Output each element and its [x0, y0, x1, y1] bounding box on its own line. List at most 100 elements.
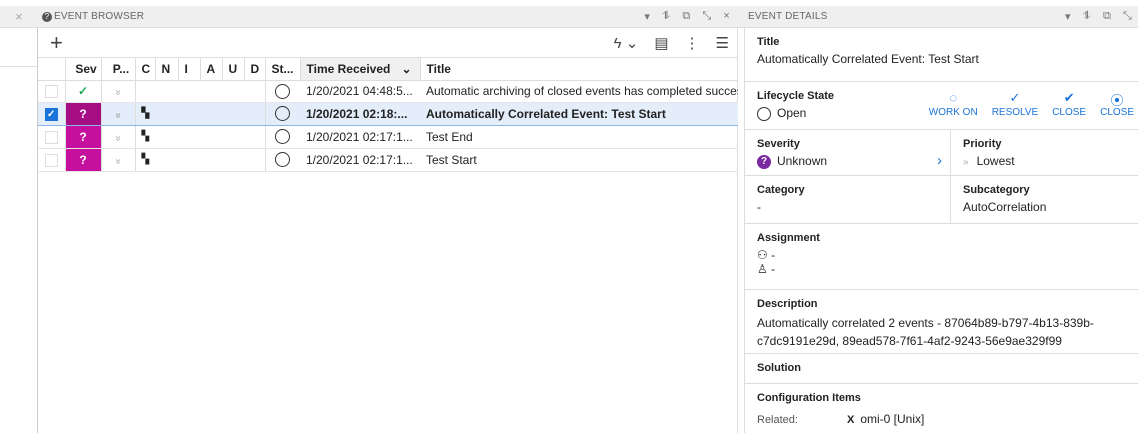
ci-type-icon: X — [847, 414, 855, 426]
action-icon: ✔ — [1063, 90, 1075, 105]
event-browser: + ϟ ⌄ ▤ ⋮ ☰ Sev P... C N I A U D St... Time Recei… — [38, 28, 738, 433]
open-state-icon — [275, 129, 291, 145]
lowest-priority-icon: » — [963, 157, 969, 168]
lowest-priority-icon: » — [112, 135, 124, 141]
category-label: Category — [757, 184, 805, 196]
group-value: - — [771, 248, 776, 262]
table-row[interactable]: ? » ▚ 1/20/2021 02:17:1... Test Start — [38, 148, 738, 172]
action-resolve-button[interactable]: ✓ RESOLVE — [992, 90, 1039, 118]
table-row[interactable]: ✓ ? » ▚ 1/20/2021 02:18:... Automaticall… — [38, 101, 738, 126]
restore-icon[interactable]: ⧉ — [1103, 10, 1111, 23]
column-header[interactable]: N — [155, 58, 179, 81]
column-header[interactable]: I — [178, 58, 201, 81]
dropdown-icon[interactable]: ▾ — [1065, 10, 1071, 23]
event-title: Automatic archiving of closed events has… — [420, 80, 738, 103]
event-table: Sev P... C N I A U D St... Time Received ⌄ Title ✓… — [38, 58, 738, 172]
severity-field[interactable]: Severity ? Unknown › — [745, 130, 951, 175]
action-label: WORK ON — [928, 107, 978, 118]
event-details-header: EVENT DETAILS ▾ ⥮ ⧉ ⤡ — [744, 6, 1138, 28]
action-close-button[interactable]: ⦿ CLOSE — [1100, 90, 1134, 118]
close-icon[interactable]: × — [723, 10, 730, 23]
assignment-label: Assignment — [757, 232, 820, 244]
lowest-priority-icon: » — [112, 158, 124, 164]
action-icon: ⦿ — [1110, 93, 1124, 108]
ci-label: Configuration Items — [757, 392, 861, 404]
row-checkbox[interactable] — [44, 153, 58, 167]
chevron-right-icon[interactable]: › — [937, 152, 942, 169]
open-state-icon — [757, 106, 771, 121]
more-icon[interactable]: ⋮ — [685, 34, 700, 52]
lightning-icon[interactable]: ϟ ⌄ — [614, 34, 639, 52]
title-value: Automatically Correlated Event: Test Sta… — [757, 52, 979, 66]
open-state-icon — [275, 152, 291, 168]
open-state-icon — [275, 83, 291, 99]
category-value: - — [757, 200, 761, 214]
user-icon: ♙ — [757, 262, 772, 276]
related-label: Related: — [757, 414, 798, 426]
left-panel-close-button[interactable]: × — [0, 9, 38, 24]
dropdown-icon[interactable]: ▾ — [644, 10, 650, 23]
time-received: 1/20/2021 02:17:1... — [300, 125, 420, 149]
minimize-icon[interactable]: ⤡ — [702, 10, 711, 23]
action-close-button[interactable]: ✔ CLOSE — [1052, 90, 1086, 118]
action-work-on-button[interactable]: ◌ WORK ON — [929, 90, 978, 118]
time-received: 1/20/2021 02:18:... — [300, 101, 420, 126]
column-header[interactable]: Title — [420, 58, 738, 81]
add-button[interactable]: + — [50, 30, 63, 56]
group-icon: ⚇ — [757, 248, 772, 262]
severity-label: Severity — [757, 138, 800, 150]
event-details-title: EVENT DETAILS — [748, 11, 828, 22]
title-label: Title — [757, 36, 780, 48]
ci-relation-icon — [135, 80, 155, 103]
report-icon[interactable]: ▤ — [654, 34, 668, 52]
column-header[interactable]: Sev — [65, 58, 102, 81]
column-header[interactable]: A — [200, 58, 223, 81]
sort-icon[interactable]: ⌄ — [401, 62, 411, 76]
restore-icon[interactable]: ⧉ — [682, 10, 690, 23]
event-title: Test End — [420, 125, 738, 149]
event-browser-title: EVENT BROWSER — [54, 11, 145, 22]
ci-relation-icon: ▚ — [135, 148, 155, 172]
column-header[interactable]: P... — [101, 58, 136, 81]
pin-icon[interactable]: ⥮ — [1083, 10, 1091, 23]
lowest-priority-icon: » — [112, 89, 124, 96]
event-browser-header: × ? EVENT BROWSER ▾ ⥮ ⧉ ⤡ × — [0, 6, 744, 28]
row-checkbox[interactable] — [44, 85, 58, 99]
event-browser-toolbar: + ϟ ⌄ ▤ ⋮ ☰ — [38, 28, 737, 58]
column-header[interactable] — [38, 58, 66, 81]
severity-value: Unknown — [777, 154, 828, 168]
unknown-severity-icon: ? — [65, 148, 100, 170]
minimize-icon[interactable]: ⤡ — [1123, 10, 1132, 23]
column-header[interactable]: C — [135, 58, 156, 81]
column-header[interactable]: D — [244, 58, 266, 81]
subcategory-label: Subcategory — [963, 184, 1030, 196]
description-label: Description — [757, 298, 818, 310]
action-label: CLOSE — [1100, 107, 1134, 118]
solution-label: Solution — [757, 362, 801, 374]
column-header[interactable]: U — [222, 58, 245, 81]
action-label: RESOLVE — [991, 107, 1039, 118]
related-ci-link[interactable]: omi-0 [Unix] — [860, 412, 924, 426]
time-received: 1/20/2021 04:48:5... — [300, 80, 420, 103]
table-row[interactable]: ? » ▚ 1/20/2021 02:17:1... Test End — [38, 125, 738, 149]
action-label: CLOSE — [1052, 107, 1087, 118]
open-state-icon — [275, 106, 291, 122]
time-received: 1/20/2021 02:17:1... — [300, 148, 420, 172]
action-icon: ✓ — [1009, 90, 1021, 105]
row-checkbox[interactable]: ✓ — [44, 107, 58, 121]
menu-icon[interactable]: ☰ — [716, 34, 729, 52]
column-header[interactable]: Time Received ⌄ — [300, 58, 421, 81]
row-checkbox[interactable] — [44, 130, 58, 144]
unknown-severity-icon: ? — [65, 125, 100, 147]
subcategory-value: AutoCorrelation — [963, 200, 1047, 214]
pin-icon[interactable]: ⥮ — [662, 10, 670, 23]
unknown-severity-icon: ? — [757, 154, 771, 169]
lowest-priority-icon: » — [112, 112, 124, 118]
normal-severity-icon: ✓ — [77, 84, 89, 98]
column-header[interactable]: St... — [265, 58, 301, 81]
user-value: - — [771, 262, 776, 276]
ci-relation-icon: ▚ — [135, 101, 155, 126]
column-label: Time Received — [306, 61, 391, 76]
help-icon[interactable]: ? — [42, 11, 52, 22]
table-row[interactable]: ✓ » 1/20/2021 04:48:5... Automatic archi… — [38, 80, 738, 103]
